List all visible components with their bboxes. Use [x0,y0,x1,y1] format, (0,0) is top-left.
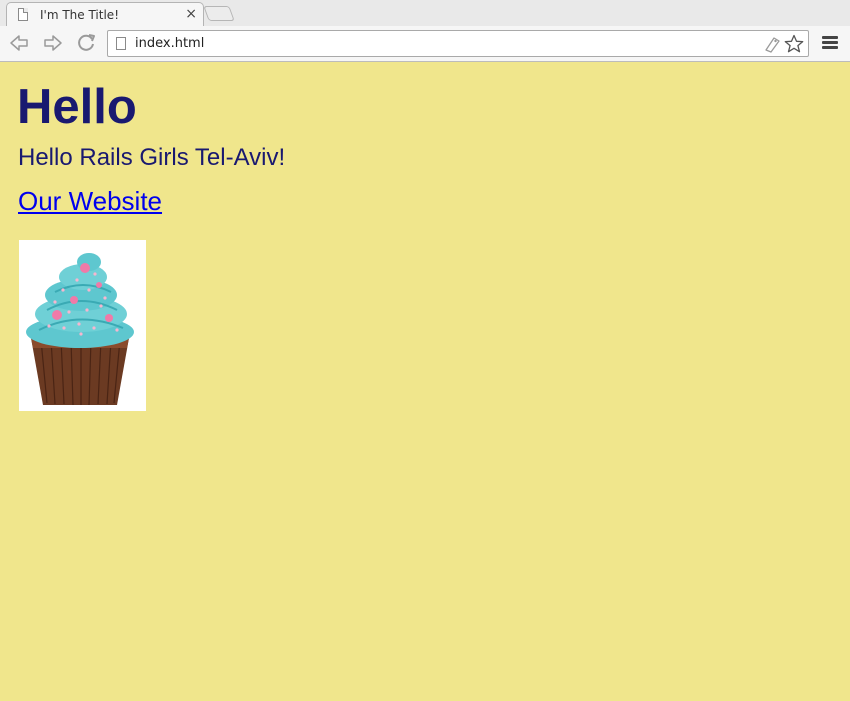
page-icon [116,37,126,50]
menu-icon[interactable] [822,36,838,52]
url-text[interactable]: index.html [135,36,204,51]
tag-icon[interactable] [764,35,782,58]
toolbar: index.html [0,26,850,62]
tab-strip: I'm The Title! × [0,0,850,26]
cupcake-image [19,240,146,411]
active-tab[interactable]: I'm The Title! × [6,2,204,26]
back-icon[interactable] [6,30,32,56]
page-viewport: Hello Hello Rails Girls Tel-Aviv! Our We… [0,62,850,701]
close-icon[interactable]: × [185,6,197,22]
new-tab-icon[interactable] [203,6,235,21]
page-icon [18,8,28,21]
forward-icon[interactable] [40,30,66,56]
page-heading: Hello [17,80,137,134]
reload-icon[interactable] [73,30,99,56]
intro-text: Hello Rails Girls Tel-Aviv! [18,144,286,171]
website-link[interactable]: Our Website [18,186,162,216]
address-bar[interactable]: index.html [107,30,809,57]
star-icon[interactable] [784,34,804,59]
tab-title: I'm The Title! [40,8,120,22]
